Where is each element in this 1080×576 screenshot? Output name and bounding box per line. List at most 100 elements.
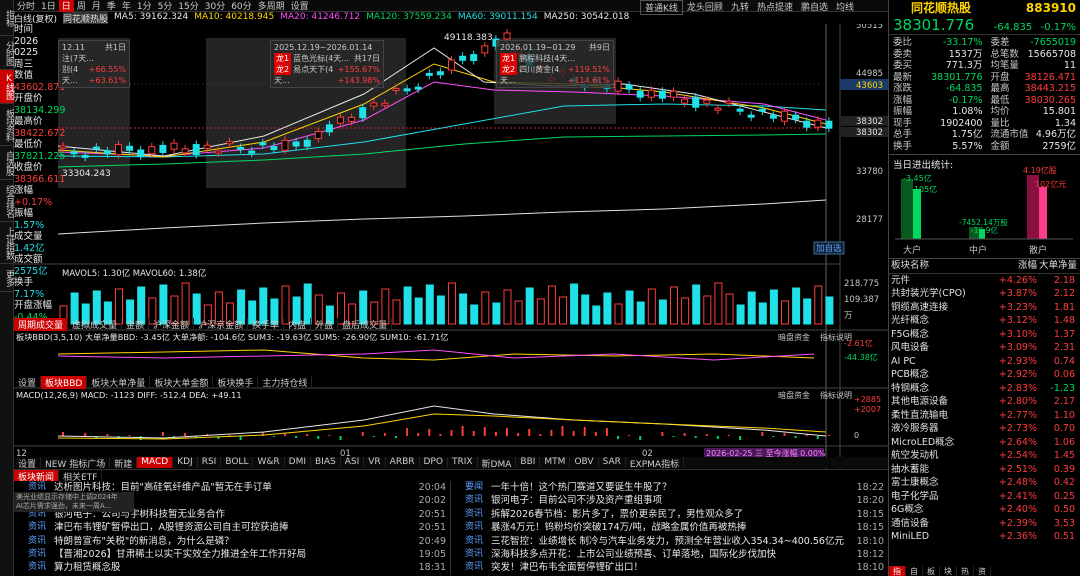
tab-rsi[interactable]: RSI (198, 457, 222, 468)
tab-vr[interactable]: VR (364, 457, 386, 468)
sector-row[interactable]: 航空发动机 +2.54% 1.45 (889, 449, 1080, 463)
sector-row[interactable]: PCB概念 +2.92% 0.06 (889, 368, 1080, 382)
box2-r1-name[interactable]: 鹏程科技(4天... (519, 54, 575, 63)
right-tab[interactable]: 热 (957, 566, 974, 576)
sector-col-flow[interactable]: 大单净量 (1037, 259, 1077, 273)
tab-ind-new[interactable]: 新建 (110, 457, 138, 470)
tab-5min[interactable]: 5分 (155, 0, 176, 12)
sector-row[interactable]: 其他电源设备 +2.80% 2.17 (889, 395, 1080, 409)
tab-boll[interactable]: BOLL (221, 457, 254, 468)
tab-wr[interactable]: W&R (253, 457, 285, 468)
tab-weekly[interactable]: 周 (74, 0, 89, 12)
tab-15min[interactable]: 15分 (175, 0, 201, 12)
tab-macd[interactable]: MACD (137, 457, 174, 468)
macd-darkpool-button[interactable]: 暗盘资金 (778, 390, 810, 400)
sector-row[interactable]: 特钢概念 +2.83% -1.23 (889, 382, 1080, 396)
news-title[interactable]: 三花智控：业绩增长 制冷与汽车业务发力，预测全年营业收入354.34~400.5… (491, 535, 848, 548)
tab-settings[interactable]: 设置 (288, 0, 312, 12)
tab-expma[interactable]: EXPMA指标 (626, 457, 685, 470)
tab-bias[interactable]: BIAS (311, 457, 341, 468)
tab-kdj[interactable]: KDJ (173, 457, 198, 468)
tab-timeshare[interactable]: 分时 (14, 0, 38, 12)
news-title[interactable]: 暴涨4万元！钨粉均价突破174万/吨，战略金属价值再被热捧 (491, 521, 848, 534)
sidebar-item-kline[interactable]: K线图 (0, 70, 14, 104)
tab-bbi[interactable]: BBI (516, 457, 541, 468)
tab-hsj-amount[interactable]: 沪深京金额 (194, 318, 249, 331)
tab-hs-amount[interactable]: 沪深金额 (149, 318, 195, 331)
news-title[interactable]: 算力租赁概念股 (54, 561, 410, 574)
tab-main-position[interactable]: 主力持仓线 (258, 376, 313, 389)
news-title[interactable]: 深海科技多点开花：上市公司业绩预喜、订单落地，国际化步伐加快 (491, 548, 848, 561)
tab-big-amount[interactable]: 板块大单金额 (150, 376, 214, 389)
tab-mtm[interactable]: MTM (540, 457, 571, 468)
tab-outer[interactable]: 外盘 (311, 318, 339, 331)
news-item[interactable]: 要闻 一年十倍！这个热门赛道又要诞生牛股了？ 18:22 (451, 481, 888, 494)
sector-col-name[interactable]: 板块名称 (889, 259, 977, 273)
news-title[interactable]: 银河电子：目前公司不涉及资产重组事项 (491, 494, 848, 507)
tab-bbd[interactable]: 板块BBD (41, 376, 88, 389)
news-popup[interactable]: 美光业绩显示存储中上调2024年 AI芯片需求强劲，未来一周A... (14, 492, 134, 512)
news-title[interactable]: 突发！津巴布韦全面暂停锂矿出口！ (491, 561, 848, 574)
tab-big-net[interactable]: 板块大单净量 (87, 376, 151, 389)
news-item[interactable]: 资讯 银河电子：目前公司不涉及资产重组事项 18:20 (451, 494, 888, 507)
sector-row[interactable]: 通信设备 +2.39% 3.53 (889, 517, 1080, 531)
add-watch-button[interactable]: 加自选 (816, 243, 842, 254)
tab-dmi[interactable]: DMI (285, 457, 311, 468)
sector-row[interactable]: 风电设备 +3.09% 2.31 (889, 341, 1080, 355)
news-item[interactable]: 资讯 【晋湘2026】甘肃稀土以实干实效全力推进全年工作开好局 19:05 (14, 548, 450, 561)
tab-inner[interactable]: 内盘 (284, 318, 312, 331)
tab-ind-square[interactable]: NEW 指标广场 (41, 457, 111, 470)
tab-after-hours[interactable]: 盘后成交量 (338, 318, 393, 331)
news-item[interactable]: 资讯 暴涨4万元！钨粉均价突破174万/吨，战略金属价值再被热捧 18:15 (451, 521, 888, 534)
sector-row[interactable]: MiniLED +2.36% 0.51 (889, 530, 1080, 544)
tab-obv[interactable]: OBV (570, 457, 599, 468)
sidebar-item-ranking[interactable]: 综合排名 (0, 180, 14, 222)
sector-row[interactable]: 元件 +4.26% 2.18 (889, 274, 1080, 288)
sector-row[interactable]: 柔性直流输电 +2.77% 1.10 (889, 409, 1080, 423)
tab-virtual-volume[interactable]: 虚拟成交量 (68, 318, 123, 331)
tab-turnover[interactable]: 换手率 (248, 318, 285, 331)
sector-row[interactable]: 光纤概念 +3.12% 1.48 (889, 314, 1080, 328)
tab-ind-settings[interactable]: 设置 (14, 457, 42, 470)
tab-30min[interactable]: 30分 (202, 0, 228, 12)
tab-related-etf[interactable]: 相关ETF (59, 470, 103, 483)
sidebar-item-sector-info[interactable]: 板块资料 (0, 104, 14, 146)
sector-row[interactable]: 6G概念 +2.40% 0.50 (889, 503, 1080, 517)
sector-row[interactable]: 共封装光学(CPO) +3.87% 2.12 (889, 287, 1080, 301)
tab-amount[interactable]: 金额 (122, 318, 150, 331)
tab-period-volume[interactable]: 周期成交量 (14, 318, 69, 331)
tab-yearly[interactable]: 年 (119, 0, 134, 12)
macd-help-button[interactable]: 指标说明 (820, 390, 852, 400)
news-item[interactable]: 资讯 三花智控：业绩增长 制冷与汽车业务发力，预测全年营业收入354.34~400… (451, 535, 888, 548)
sector-row[interactable]: MicroLED概念 +2.64% 1.06 (889, 436, 1080, 450)
sector-row[interactable]: 液冷服务器 +2.73% 0.70 (889, 422, 1080, 436)
bbd-darkpool-button[interactable]: 暗盘资金 (778, 332, 810, 342)
sector-row[interactable]: F5G概念 +3.10% 1.37 (889, 328, 1080, 342)
sidebar-item-sh-index[interactable]: 上证指数 (0, 222, 14, 264)
legend-adjust[interactable]: 白线(复权) (14, 12, 57, 24)
sidebar-item-watchlist[interactable]: 自选股 (0, 146, 14, 180)
tab-1day[interactable]: 1日 (38, 0, 59, 12)
news-title[interactable]: 一年十倍！这个热门赛道又要诞生牛股了？ (491, 481, 848, 494)
tab-trix[interactable]: TRIX (448, 457, 478, 468)
news-item[interactable]: 资讯 深海科技多点开花：上市公司业绩预喜、订单落地，国际化步伐加快 18:12 (451, 548, 888, 561)
right-tab[interactable]: 指 (889, 566, 906, 576)
sidebar-item-timeshare[interactable]: 分时图 (0, 36, 14, 70)
news-title[interactable]: 拆解2026春节档：影片多了，票价更亲民了，男性观众多了 (491, 508, 848, 521)
sector-row[interactable]: 抽水蓄能 +2.51% 0.39 (889, 463, 1080, 477)
tab-newdma[interactable]: 新DMA (478, 457, 517, 470)
sidebar-item-indicators[interactable]: 指标 (0, 0, 14, 36)
tab-daily[interactable]: 日 (58, 0, 74, 12)
news-item[interactable]: 资讯 拆解2026春节档：影片多了，票价更亲民了，男性观众多了 18:15 (451, 508, 888, 521)
news-item[interactable]: 资讯 特朗普宣布"关税"的新消息，为什么是磷？ 20:49 (14, 535, 450, 548)
sector-row[interactable]: 铜缆高速连接 +3.23% 1.81 (889, 301, 1080, 315)
sector-row[interactable]: 富士康概念 +2.48% 0.42 (889, 476, 1080, 490)
tab-sector-news[interactable]: 板块新闻 (14, 470, 60, 483)
tab-multi-period[interactable]: 多周期 (255, 0, 288, 12)
tab-bbd-settings[interactable]: 设置 (14, 376, 42, 389)
news-title[interactable]: 【晋湘2026】甘肃稀土以实干实效全力推进全年工作开好局 (54, 548, 410, 561)
news-title[interactable]: 津巴布韦锂矿暂停出口，A股锂资源公司自主可控获追捧 (54, 521, 410, 534)
tab-arbr[interactable]: ARBR (386, 457, 420, 468)
tab-asi[interactable]: ASI (341, 457, 365, 468)
sector-row[interactable]: 电子化学品 +2.41% 0.25 (889, 490, 1080, 504)
